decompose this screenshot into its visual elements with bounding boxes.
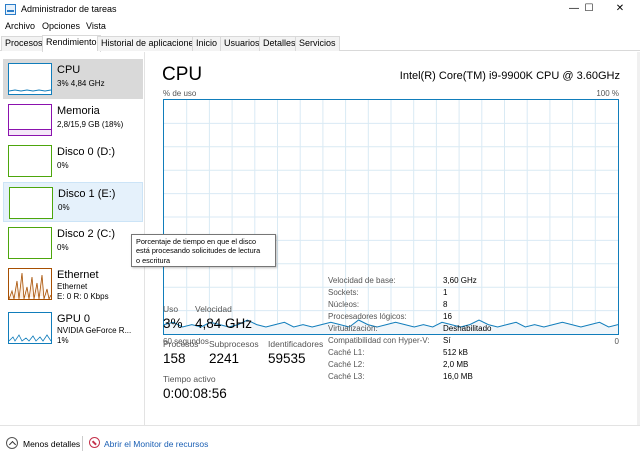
stat-velocidad-label: Velocidad	[195, 304, 232, 314]
sidebar-item-sub2: 1%	[57, 336, 69, 345]
memory-mini-graph	[8, 104, 52, 136]
tab-historial[interactable]: Historial de aplicaciones	[97, 36, 203, 51]
stat-uso-label: Uso	[163, 304, 179, 314]
cpu-mini-graph	[8, 63, 52, 95]
stat-tiempo-value: 0:00:08:56	[163, 386, 227, 401]
tooltip-line: está procesando solicitudes de lectura	[136, 246, 261, 256]
spec-label: Caché L1:	[328, 348, 365, 357]
tab-inicio[interactable]: Inicio	[192, 36, 222, 51]
cpu-model-name: Intel(R) Core(TM) i9-9900K CPU @ 3.60GHz	[399, 70, 620, 82]
stat-procesos-label: Procesos	[163, 339, 199, 349]
tab-usuarios[interactable]: Usuarios	[220, 36, 264, 51]
sidebar-item-label: Disco 2 (C:)	[57, 228, 116, 240]
sidebar-item-label: Disco 1 (E:)	[58, 188, 116, 200]
close-button[interactable]: ✕	[605, 0, 635, 19]
tab-procesos[interactable]: Procesos	[1, 36, 47, 51]
sidebar-item-disco1[interactable]: Disco 1 (E:) 0%	[3, 182, 143, 222]
cpu-usage-chart	[164, 100, 618, 334]
sidebar-item-disco0[interactable]: Disco 0 (D:) 0%	[3, 141, 143, 181]
graph-zero-label: 0	[614, 337, 619, 346]
tab-detalles[interactable]: Detalles	[259, 36, 300, 51]
spec-value: 16	[443, 312, 452, 321]
spec-label: Virtualización:	[328, 324, 378, 333]
spec-value: 16,0 MB	[443, 372, 473, 381]
sidebar-item-label: Disco 0 (D:)	[57, 146, 116, 158]
spec-label: Compatibilidad con Hyper-V:	[328, 336, 430, 345]
spec-value: Sí	[443, 336, 451, 345]
sidebar-item-cpu[interactable]: CPU 3% 4,84 GHz	[3, 59, 143, 99]
sidebar-item-gpu0[interactable]: GPU 0 NVIDIA GeForce R... 1%	[3, 308, 143, 348]
tooltip-line: Porcentaje de tiempo en que el disco	[136, 237, 257, 246]
sidebar-item-memoria[interactable]: Memoria 2,8/15,9 GB (18%)	[3, 100, 143, 140]
sidebar-item-label: CPU	[57, 64, 81, 76]
ethernet-mini-graph	[8, 268, 52, 300]
disk-tooltip: Porcentaje de tiempo en que el disco est…	[131, 234, 276, 267]
spec-label: Caché L3:	[328, 372, 365, 381]
spec-label: Núcleos:	[328, 300, 360, 309]
graph-max-label: 100 %	[596, 89, 619, 98]
sidebar-item-sub: Ethernet	[57, 282, 88, 291]
sidebar-item-ethernet[interactable]: Ethernet Ethernet E: 0 R: 0 Kbps	[3, 264, 143, 304]
stat-identificadores-value: 59535	[268, 351, 306, 366]
spec-value: Deshabilitado	[443, 324, 492, 333]
gpu-mini-graph	[8, 312, 52, 344]
window-title: Administrador de tareas	[21, 4, 117, 14]
title-bar: Administrador de tareas — ☐ ✕	[0, 0, 640, 19]
cpu-usage-graph	[163, 99, 619, 335]
stat-subprocesos-value: 2241	[209, 351, 240, 366]
menu-archivo[interactable]: Archivo	[5, 21, 35, 31]
tab-bar: Procesos Rendimiento Historial de aplica…	[0, 34, 640, 52]
spec-value: 3,60 GHz	[443, 276, 477, 285]
resource-monitor-icon[interactable]	[89, 437, 100, 448]
disk-mini-graph	[9, 187, 53, 219]
sidebar-item-sub: 0%	[57, 243, 69, 252]
sidebar-item-sub: NVIDIA GeForce R...	[57, 326, 132, 335]
sidebar-item-label: Ethernet	[57, 269, 99, 281]
tooltip-line: o escritura	[136, 255, 171, 265]
sidebar-item-sub: 0%	[57, 161, 69, 170]
spec-value: 8	[443, 300, 448, 309]
open-resource-monitor-link[interactable]: Abrir el Monitor de recursos	[104, 439, 208, 449]
task-manager-icon	[5, 4, 16, 15]
spec-value: 1	[443, 288, 448, 297]
footer-divider	[82, 436, 83, 451]
stat-velocidad-value: 4,84 GHz	[195, 316, 253, 331]
sidebar-item-sub2: E: 0 R: 0 Kbps	[57, 292, 109, 301]
sidebar-item-sub: 2,8/15,9 GB (18%)	[57, 120, 124, 129]
tab-rendimiento[interactable]: Rendimiento	[42, 35, 101, 52]
chevron-up-icon[interactable]	[6, 437, 18, 449]
spec-label: Velocidad de base:	[328, 276, 396, 285]
tab-servicios[interactable]: Servicios	[295, 36, 340, 51]
spec-value: 2,0 MB	[443, 360, 469, 369]
maximize-button[interactable]: ☐	[574, 0, 604, 19]
sidebar-item-label: GPU 0	[57, 313, 91, 325]
sidebar-item-disco2[interactable]: Disco 2 (C:) 0%	[3, 223, 143, 263]
stat-uso-value: 3%	[163, 316, 183, 331]
spec-label: Caché L2:	[328, 360, 365, 369]
menu-vista[interactable]: Vista	[86, 21, 106, 31]
spec-label: Procesadores lógicos:	[328, 312, 407, 321]
menu-opciones[interactable]: Opciones	[42, 21, 80, 31]
footer: Menos detalles Abrir el Monitor de recur…	[0, 425, 640, 461]
page-title: CPU	[162, 64, 203, 85]
spec-label: Sockets:	[328, 288, 359, 297]
stat-subprocesos-label: Subprocesos	[209, 339, 259, 349]
spec-value: 512 kB	[443, 348, 468, 357]
graph-axis-label: % de uso	[163, 89, 197, 98]
disk-mini-graph	[8, 145, 52, 177]
stat-identificadores-label: Identificadores	[268, 339, 324, 349]
stat-tiempo-label: Tiempo activo	[163, 374, 216, 384]
sidebar-item-sub: 0%	[58, 203, 70, 212]
menu-bar: Archivo Opciones Vista	[0, 19, 640, 34]
fewer-details-button[interactable]: Menos detalles	[23, 439, 80, 449]
stat-procesos-value: 158	[163, 351, 186, 366]
disk-mini-graph	[8, 227, 52, 259]
sidebar: CPU 3% 4,84 GHz Memoria 2,8/15,9 GB (18%…	[0, 52, 145, 425]
sidebar-item-label: Memoria	[57, 105, 100, 117]
sidebar-item-sub: 3% 4,84 GHz	[57, 79, 105, 88]
